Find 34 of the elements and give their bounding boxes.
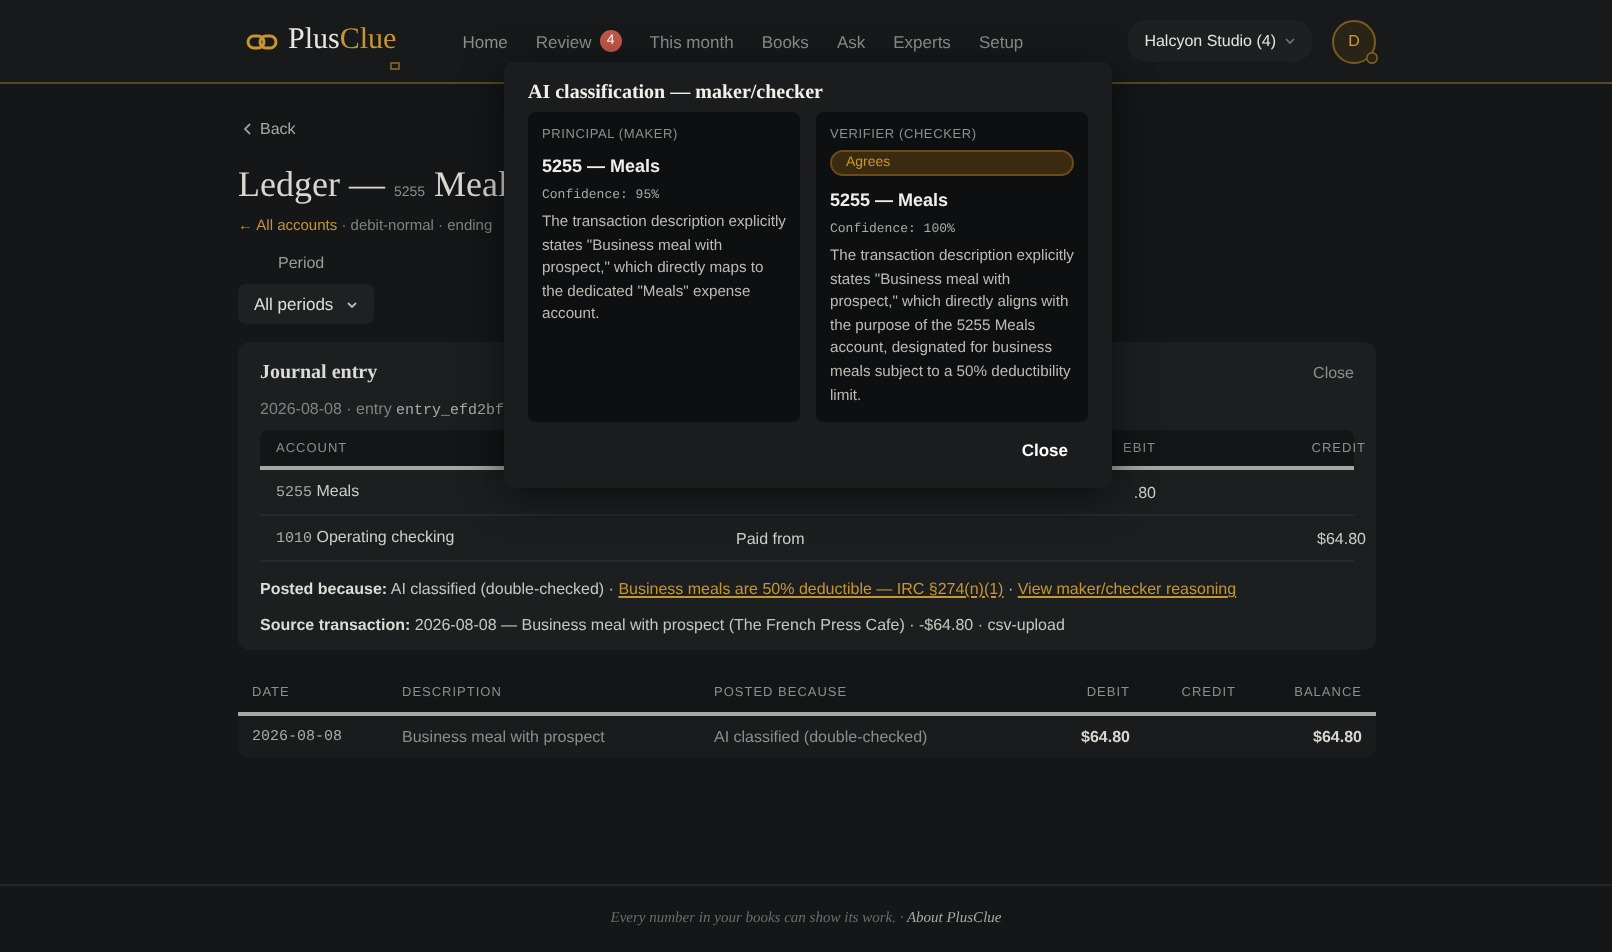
source-transaction: Source transaction: 2026-08-08 — Business meal with prospect (The French Press Cafe) · -$64.80 · csv-upload	[260, 616, 1067, 634]
posted-because: Posted because: AI classified (double-checked) · Business meals are 50% deductible — IRC §274(n)(1) · View maker/checker reasoning	[260, 580, 1239, 598]
close-button[interactable]: Close	[1313, 364, 1354, 382]
table-cell: $64.80	[1081, 728, 1130, 746]
reason-link[interactable]: Business meals are 50% deductible — IRC §274(n)(1)	[618, 580, 1004, 598]
table-cell: $64.80	[1313, 728, 1362, 746]
nav-link[interactable]: Books	[747, 31, 823, 51]
account-name: 5255 — Meals	[830, 190, 951, 210]
workspace-dropdown[interactable]: Halcyon Studio (4)	[1128, 20, 1312, 62]
back-link[interactable]: Back	[242, 120, 296, 138]
table-cell: .80	[1133, 483, 1156, 501]
dialog-title: AI classification — maker/checker	[528, 82, 825, 104]
reason-link[interactable]: View maker/checker reasoning	[1017, 580, 1237, 598]
table-cell-text: AI classified (double-checked)	[714, 728, 930, 746]
avatar[interactable]: D	[1332, 19, 1376, 63]
close-button[interactable]: Close	[1017, 436, 1072, 464]
chevron-down-icon	[345, 299, 358, 309]
period-select[interactable]: All periods	[238, 284, 374, 324]
period-label: Period	[278, 254, 325, 272]
brand-name[interactable]: PlusClue	[288, 24, 397, 58]
status-icon	[1366, 51, 1378, 63]
card-title: Journal entry	[260, 362, 378, 384]
table-cell-text: Paid from	[736, 529, 807, 547]
chevron-down-icon	[1284, 36, 1296, 46]
table-cell: $64.80	[1317, 529, 1366, 547]
account-name: 5255 — Meals	[542, 156, 663, 176]
chevron-left-icon	[242, 122, 252, 136]
nav-link[interactable]: This month	[635, 31, 748, 51]
nav-link[interactable]: Home	[448, 31, 522, 51]
nav-link[interactable]: Experts	[879, 31, 965, 51]
nav-link[interactable]: Ask	[822, 31, 880, 51]
nav-link[interactable]: Setup	[964, 31, 1038, 51]
logo-icon	[246, 29, 278, 53]
table-cell-text: Business meal with prospect	[402, 728, 607, 746]
